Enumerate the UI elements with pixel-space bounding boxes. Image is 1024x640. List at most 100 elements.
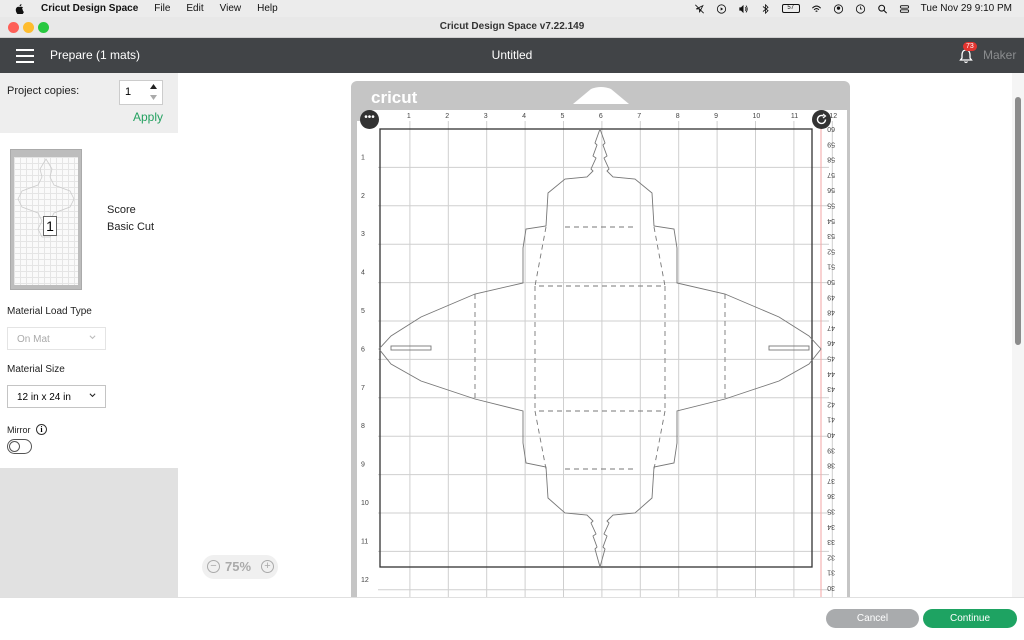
right-ruler-label: 50 <box>827 278 835 285</box>
right-ruler-label: 45 <box>827 355 835 362</box>
right-ruler-label: 49 <box>827 293 835 300</box>
increment-icon[interactable] <box>150 84 157 89</box>
mat-options-button[interactable]: ••• <box>360 110 379 129</box>
right-ruler-label: 42 <box>827 400 835 407</box>
right-ruler-label: 34 <box>827 523 835 530</box>
project-copies-value: 1 <box>125 86 132 98</box>
app-menu[interactable]: Cricut Design Space <box>41 3 138 14</box>
cancel-button[interactable]: Cancel <box>826 609 919 628</box>
left-ruler-label: 2 <box>361 193 365 200</box>
mat-settings-panel: Project copies: 1 Apply 1 Score Basic Cu… <box>0 73 178 468</box>
window-title: Cricut Design Space v7.22.149 <box>439 21 585 32</box>
menubar-clock[interactable]: Tue Nov 29 9:10 PM <box>921 3 1012 14</box>
zoom-out-icon[interactable]: − <box>207 560 220 573</box>
search-icon[interactable] <box>877 4 888 14</box>
play-icon[interactable] <box>716 3 727 14</box>
right-ruler-label: 59 <box>827 140 835 147</box>
location-off-icon[interactable] <box>694 4 705 14</box>
operation-score: Score <box>107 204 136 216</box>
mat-number: 1 <box>43 216 57 236</box>
left-ruler-label: 6 <box>361 346 365 353</box>
user-icon[interactable] <box>833 3 844 14</box>
control-center-icon[interactable] <box>899 4 910 14</box>
right-ruler-label: 51 <box>827 263 835 270</box>
mat-thumbnail[interactable]: 1 <box>10 149 82 290</box>
hamburger-menu-icon[interactable] <box>16 49 34 63</box>
view-menu[interactable]: View <box>220 3 242 14</box>
material-load-select: On Mat <box>7 327 106 350</box>
left-ruler-label: 9 <box>361 462 365 469</box>
top-ruler-label: 5 <box>561 113 565 120</box>
zoom-level: 75% <box>225 559 252 574</box>
info-icon[interactable]: i <box>36 424 47 435</box>
vertical-scrollbar[interactable] <box>1012 73 1024 597</box>
project-copies-input[interactable]: 1 <box>119 80 163 105</box>
machine-name[interactable]: Maker <box>983 48 1016 62</box>
right-ruler-label: 43 <box>827 385 835 392</box>
material-size-label: Material Size <box>7 364 65 375</box>
right-ruler-label: 37 <box>827 477 835 484</box>
top-ruler-label: 9 <box>714 113 718 120</box>
project-copies-label: Project copies: <box>7 85 80 97</box>
mirror-toggle[interactable] <box>7 439 32 454</box>
prepare-sidebar: Project copies: 1 Apply 1 Score Basic Cu… <box>0 73 178 597</box>
prepare-title: Prepare (1 mats) <box>50 48 141 62</box>
material-size-select[interactable]: 12 in x 24 in <box>7 385 106 408</box>
notification-badge: 73 <box>963 42 977 51</box>
top-ruler-label: 1 <box>407 113 411 120</box>
apple-logo-icon[interactable] <box>14 3 25 14</box>
help-menu[interactable]: Help <box>257 3 278 14</box>
time-machine-icon[interactable] <box>855 3 866 14</box>
left-ruler-label: 12 <box>361 577 369 584</box>
wifi-icon[interactable] <box>811 4 822 14</box>
right-ruler-label: 58 <box>827 156 835 163</box>
chevron-down-icon <box>89 393 96 398</box>
bluetooth-icon[interactable] <box>760 3 771 14</box>
right-ruler-label: 54 <box>827 217 835 224</box>
zoom-in-icon[interactable]: + <box>261 560 274 573</box>
material-load-label: Material Load Type <box>7 306 92 317</box>
left-ruler-label: 8 <box>361 423 365 430</box>
top-ruler-label: 10 <box>753 113 761 120</box>
document-title: Untitled <box>491 48 533 62</box>
scrollbar-thumb[interactable] <box>1015 97 1021 345</box>
continue-button[interactable]: Continue <box>923 609 1017 628</box>
window-title-bar: Cricut Design Space v7.22.149 <box>0 17 1024 38</box>
right-ruler-label: 44 <box>827 370 835 377</box>
right-ruler-label: 39 <box>827 446 835 453</box>
right-ruler-label: 52 <box>827 247 835 254</box>
app-header: Prepare (1 mats) Untitled Maker <box>0 38 1024 73</box>
right-ruler-label: 35 <box>827 508 835 515</box>
project-copies-area: Project copies: 1 Apply <box>0 73 178 133</box>
decrement-icon[interactable] <box>150 95 157 100</box>
file-menu[interactable]: File <box>154 3 170 14</box>
right-ruler-label: 48 <box>827 309 835 316</box>
left-ruler-label: 1 <box>361 154 365 161</box>
apply-button[interactable]: Apply <box>133 110 163 124</box>
material-load-value: On Mat <box>17 334 50 345</box>
cutting-mat: 1 2 3 4 5 6 7 8 9 10 11 12 1 2 3 4 5 6 7 8 9 10 11 12 60 59 58 57… <box>351 81 850 597</box>
edit-menu[interactable]: Edit <box>186 3 203 14</box>
mirror-label: Mirror <box>7 425 31 435</box>
operation-basic-cut: Basic Cut <box>107 221 155 233</box>
left-ruler-label: 4 <box>361 270 365 277</box>
right-ruler-label: 46 <box>827 339 835 346</box>
right-ruler-label: 40 <box>827 431 835 438</box>
rotate-icon[interactable] <box>812 110 831 129</box>
left-ruler-label: 5 <box>361 308 365 315</box>
right-ruler-label: 55 <box>827 202 835 209</box>
toggle-knob <box>9 441 20 452</box>
right-ruler-label: 41 <box>827 416 835 423</box>
left-ruler-label: 10 <box>361 500 369 507</box>
left-ruler-label: 7 <box>361 385 365 392</box>
volume-icon[interactable] <box>738 4 749 14</box>
zoom-control: − 75% + <box>202 555 278 579</box>
battery-icon[interactable]: 57 <box>781 4 800 13</box>
right-ruler-label: 36 <box>827 492 835 499</box>
mat-preview-canvas[interactable]: 1 2 3 4 5 6 7 8 9 10 11 12 1 2 3 4 5 6 7 8 9 10 11 12 60 59 58 57… <box>178 73 1012 597</box>
mat-svg: 1 2 3 4 5 6 7 8 9 10 11 12 123456789101112 60595857… <box>357 87 847 597</box>
right-ruler-label: 56 <box>827 186 835 193</box>
top-ruler-label: 8 <box>676 113 680 120</box>
right-ruler-label: 57 <box>827 171 835 178</box>
top-ruler-label: 4 <box>522 113 526 120</box>
